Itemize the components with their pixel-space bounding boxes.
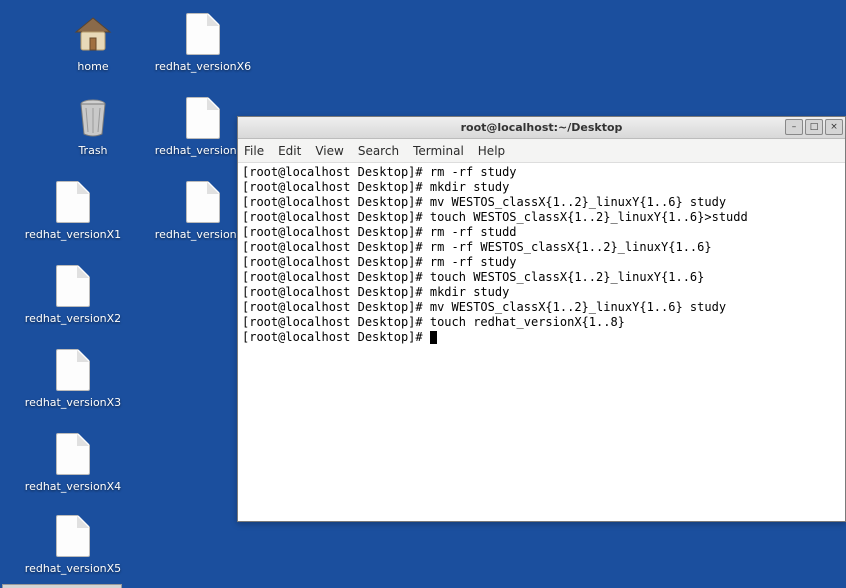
desktop-icon-rvx3[interactable]: redhat_versionX3 [18,348,128,409]
minimize-button[interactable]: – [785,119,803,135]
home-folder-icon [73,12,113,56]
terminal-line: [root@localhost Desktop]# mkdir study [242,285,841,300]
terminal-line: [root@localhost Desktop]# mkdir study [242,180,841,195]
desktop-icon-label: redhat_versionX4 [18,480,128,493]
terminal-cursor [430,331,437,344]
terminal-line: [root@localhost Desktop]# rm -rf WESTOS_… [242,240,841,255]
terminal-title: root@localhost:~/Desktop [238,121,845,134]
close-button[interactable]: × [825,119,843,135]
terminal-line: [root@localhost Desktop]# mv WESTOS_clas… [242,300,841,315]
taskbar-stub [2,584,122,588]
desktop-icon-rvx1[interactable]: redhat_versionX1 [18,180,128,241]
file-icon [53,264,93,308]
desktop-icon-label: redhat_versionX5 [18,562,128,575]
terminal-line: [root@localhost Desktop]# touch WESTOS_c… [242,210,841,225]
desktop-icon-label: home [38,60,148,73]
file-icon [183,12,223,56]
menu-terminal[interactable]: Terminal [413,144,464,158]
file-icon [183,180,223,224]
desktop-icon-label: redhat_versionX3 [18,396,128,409]
terminal-menubar: File Edit View Search Terminal Help [238,139,845,163]
terminal-body[interactable]: [root@localhost Desktop]# rm -rf study[r… [238,163,845,521]
terminal-line: [root@localhost Desktop]# rm -rf study [242,255,841,270]
terminal-line: [root@localhost Desktop]# mv WESTOS_clas… [242,195,841,210]
menu-view[interactable]: View [315,144,343,158]
terminal-line: [root@localhost Desktop]# rm -rf study [242,165,841,180]
maximize-button[interactable]: □ [805,119,823,135]
file-icon [183,96,223,140]
file-icon [53,348,93,392]
menu-search[interactable]: Search [358,144,399,158]
desktop-icon-trash[interactable]: Trash [38,96,148,157]
menu-file[interactable]: File [244,144,264,158]
terminal-line: [root@localhost Desktop]# [242,330,841,345]
terminal-line: [root@localhost Desktop]# touch WESTOS_c… [242,270,841,285]
file-icon [53,514,93,558]
window-controls: – □ × [785,119,843,135]
menu-help[interactable]: Help [478,144,505,158]
file-icon [53,180,93,224]
desktop-icon-label: redhat_versionX1 [18,228,128,241]
desktop-icon-label: redhat_versionX2 [18,312,128,325]
terminal-window: root@localhost:~/Desktop – □ × File Edit… [237,116,846,522]
desktop-icon-home[interactable]: home [38,12,148,73]
desktop-icon-label: redhat_versionX6 [148,60,258,73]
terminal-titlebar[interactable]: root@localhost:~/Desktop – □ × [238,117,845,139]
terminal-line: [root@localhost Desktop]# touch redhat_v… [242,315,841,330]
menu-edit[interactable]: Edit [278,144,301,158]
file-icon [53,432,93,476]
desktop-icon-rvx2[interactable]: redhat_versionX2 [18,264,128,325]
desktop-icon-rvx6[interactable]: redhat_versionX6 [148,12,258,73]
desktop-icon-rvx4[interactable]: redhat_versionX4 [18,432,128,493]
trash-icon [73,96,113,140]
terminal-line: [root@localhost Desktop]# rm -rf studd [242,225,841,240]
desktop-icon-label: Trash [38,144,148,157]
desktop-icon-rvx5[interactable]: redhat_versionX5 [18,514,128,575]
